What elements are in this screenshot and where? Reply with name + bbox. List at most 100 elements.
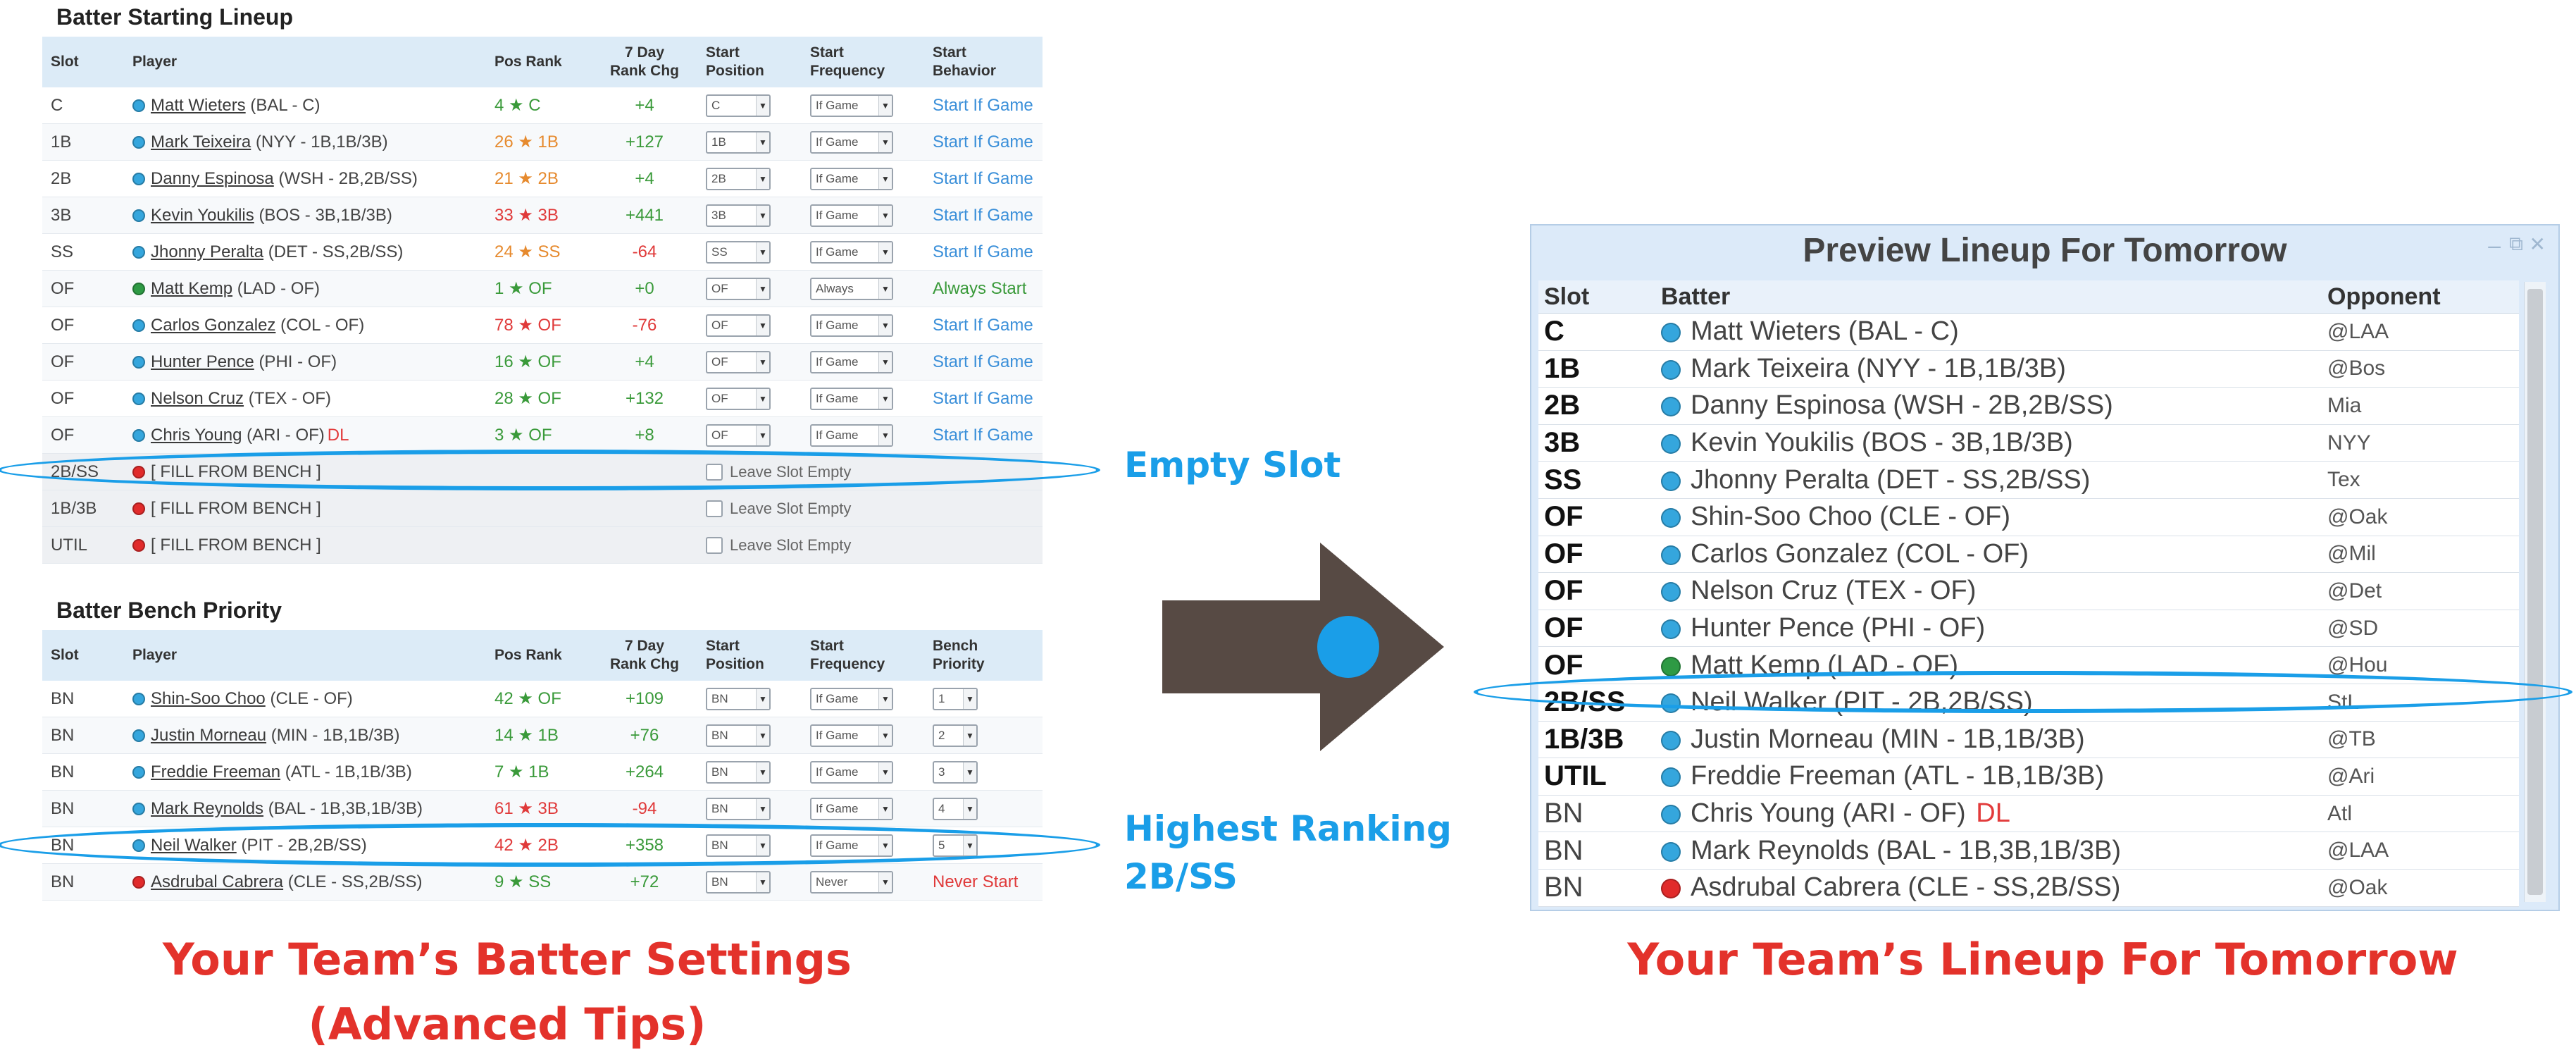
preview-scrollbar-thumb[interactable] [2527,289,2543,895]
start-frequency-value: If Game [816,354,859,369]
preview-batter-cell: Asdrubal Cabrera (CLE - SS,2B/SS) [1655,869,2322,907]
start-behavior-link[interactable]: Start If Game [924,87,1043,124]
leave-slot-empty-checkbox[interactable] [706,500,723,518]
bench-priority-select[interactable]: 3 ▼ [933,760,978,784]
player-link[interactable]: Hunter Pence [151,352,254,371]
bench-priority-select[interactable]: 1 ▼ [933,687,978,710]
start-position-select[interactable]: BN ▼ [706,687,771,710]
start-frequency-select[interactable]: If Game ▼ [810,724,893,747]
bench-priority-cell: 3 ▼ [924,753,1043,791]
start-behavior-link[interactable]: Start If Game [924,160,1043,197]
start-position-select[interactable]: OF ▼ [706,314,771,337]
start-frequency-value: If Game [816,691,859,705]
start-behavior-link[interactable]: Start If Game [924,233,1043,271]
player-link[interactable]: Matt Wieters [151,96,246,115]
chevron-down-icon: ▼ [878,352,892,372]
start-frequency-select[interactable]: If Game ▼ [810,687,893,710]
start-frequency-select[interactable]: If Game ▼ [810,314,893,337]
preview-lineup-table: Slot Batter Opponent C Matt Wieters (BAL … [1538,280,2519,907]
player-link[interactable]: Chris Young [151,426,242,445]
start-frequency-select[interactable]: If Game ▼ [810,760,893,784]
start-position-value: 3B [711,208,726,222]
preview-slot: OF [1538,536,1655,574]
start-frequency-select[interactable]: Always ▼ [810,277,893,300]
start-position-select[interactable]: 2B ▼ [706,167,771,190]
start-frequency-value: Never [816,874,848,889]
player-link[interactable]: Freddie Freeman [151,762,280,781]
preview-scrollbar[interactable] [2524,282,2546,902]
chevron-down-icon: ▼ [756,388,769,409]
start-position-select[interactable]: OF ▼ [706,424,771,447]
preview-row: BN Chris Young (ARI - OF) DL Atl [1538,795,2519,833]
start-behavior-link[interactable]: Start If Game [924,343,1043,381]
preview-batter: Mark Reynolds (BAL - 1B,3B,1B/3B) [1691,835,2122,865]
preview-batter-cell: Mark Reynolds (BAL - 1B,3B,1B/3B) [1655,832,2322,870]
player-link[interactable]: Shin-Soo Choo [151,689,266,708]
start-behavior-link[interactable]: Start If Game [924,380,1043,417]
player-link[interactable]: Danny Espinosa [151,169,274,188]
slot-label: 2B [42,160,124,197]
leave-slot-empty-checkbox[interactable] [706,537,723,555]
pos-rank: 16 ★ OF [486,343,592,381]
start-frequency-select[interactable]: If Game ▼ [810,167,893,190]
player-link[interactable]: Justin Morneau [151,726,266,745]
start-position-select[interactable]: OF ▼ [706,387,771,410]
pos-rank: 33 ★ 3B [486,197,592,234]
start-position-select[interactable]: OF ▼ [706,350,771,373]
start-behavior-link[interactable]: Always Start [924,270,1043,307]
preview-batter: Justin Morneau (MIN - 1B,1B/3B) [1691,724,2085,754]
restore-icon[interactable]: ⧉ [2509,233,2523,256]
bench-priority-select[interactable]: 4 ▼ [933,797,978,820]
start-position-select[interactable]: BN ▼ [706,870,771,894]
start-behavior-link[interactable]: Start If Game [924,416,1043,454]
player-link[interactable]: Jhonny Peralta [151,242,263,261]
player-info: (BAL - 1B,3B,1B/3B) [268,798,423,818]
player-cell: Nelson Cruz (TEX - OF) [124,380,486,417]
start-position-select[interactable]: 3B ▼ [706,204,771,227]
bench-priority-select[interactable]: 2 ▼ [933,724,978,747]
minimize-icon[interactable]: – [2488,233,2501,259]
start-frequency-select[interactable]: If Game ▼ [810,240,893,264]
start-behavior-link[interactable]: Start If Game [924,123,1043,161]
player-link[interactable]: Carlos Gonzalez [151,316,275,335]
start-frequency-select[interactable]: If Game ▼ [810,424,893,447]
start-position-select[interactable]: BN ▼ [706,724,771,747]
start-frequency-select[interactable]: If Game ▼ [810,387,893,410]
start-behavior-link[interactable]: Never Start [924,863,1043,901]
start-position-select[interactable]: BN ▼ [706,797,771,820]
empty-slot-row: 1B/3B [ FILL FROM BENCH ] Leave Slot Empty [42,490,1043,527]
start-frequency-select[interactable]: If Game ▼ [810,94,893,117]
start-frequency-select[interactable]: Never ▼ [810,870,893,894]
player-link[interactable]: Asdrubal Cabrera [151,872,283,891]
close-icon[interactable]: ✕ [2530,233,2546,256]
start-position-select[interactable]: OF ▼ [706,277,771,300]
fill-cell: [ FILL FROM BENCH ] [124,490,486,527]
start-position-select[interactable]: BN ▼ [706,760,771,784]
bench-priority-value: 1 [938,691,945,705]
start-behavior-link[interactable]: Start If Game [924,307,1043,344]
player-link[interactable]: Matt Kemp [151,279,232,298]
player-link[interactable]: Kevin Youkilis [151,206,254,225]
dl-badge: DL [327,425,349,445]
start-position-select[interactable]: 1B ▼ [706,130,771,154]
player-status-icon [1661,879,1681,899]
chevron-down-icon: ▼ [878,872,892,892]
highest-ranking-callout-line1: Highest Ranking [1124,808,1452,849]
player-link[interactable]: Mark Teixeira [151,132,251,152]
neil-walker-highlight [1474,671,2572,713]
start-behavior-link[interactable]: Start If Game [924,197,1043,234]
player-link[interactable]: Mark Reynolds [151,799,263,818]
start-position-select[interactable]: C ▼ [706,94,771,117]
preview-batter-cell: Mark Teixeira (NYY - 1B,1B/3B) [1655,350,2322,388]
slot-label: 3B [42,197,124,234]
start-position-select[interactable]: SS ▼ [706,240,771,264]
lineup-row: OF Chris Young (ARI - OF) DL 3 ★ OF +8 OF ▼ If … [42,416,1043,454]
start-frequency-select[interactable]: If Game ▼ [810,130,893,154]
preview-batter: Matt Wieters (BAL - C) [1691,316,1959,347]
preview-opponent: Tex [2322,461,2519,499]
start-frequency-select[interactable]: If Game ▼ [810,204,893,227]
player-link[interactable]: Nelson Cruz [151,389,244,408]
start-frequency-select[interactable]: If Game ▼ [810,350,893,373]
start-frequency-select[interactable]: If Game ▼ [810,797,893,820]
bench-col-priority-line1: Bench [933,638,978,654]
